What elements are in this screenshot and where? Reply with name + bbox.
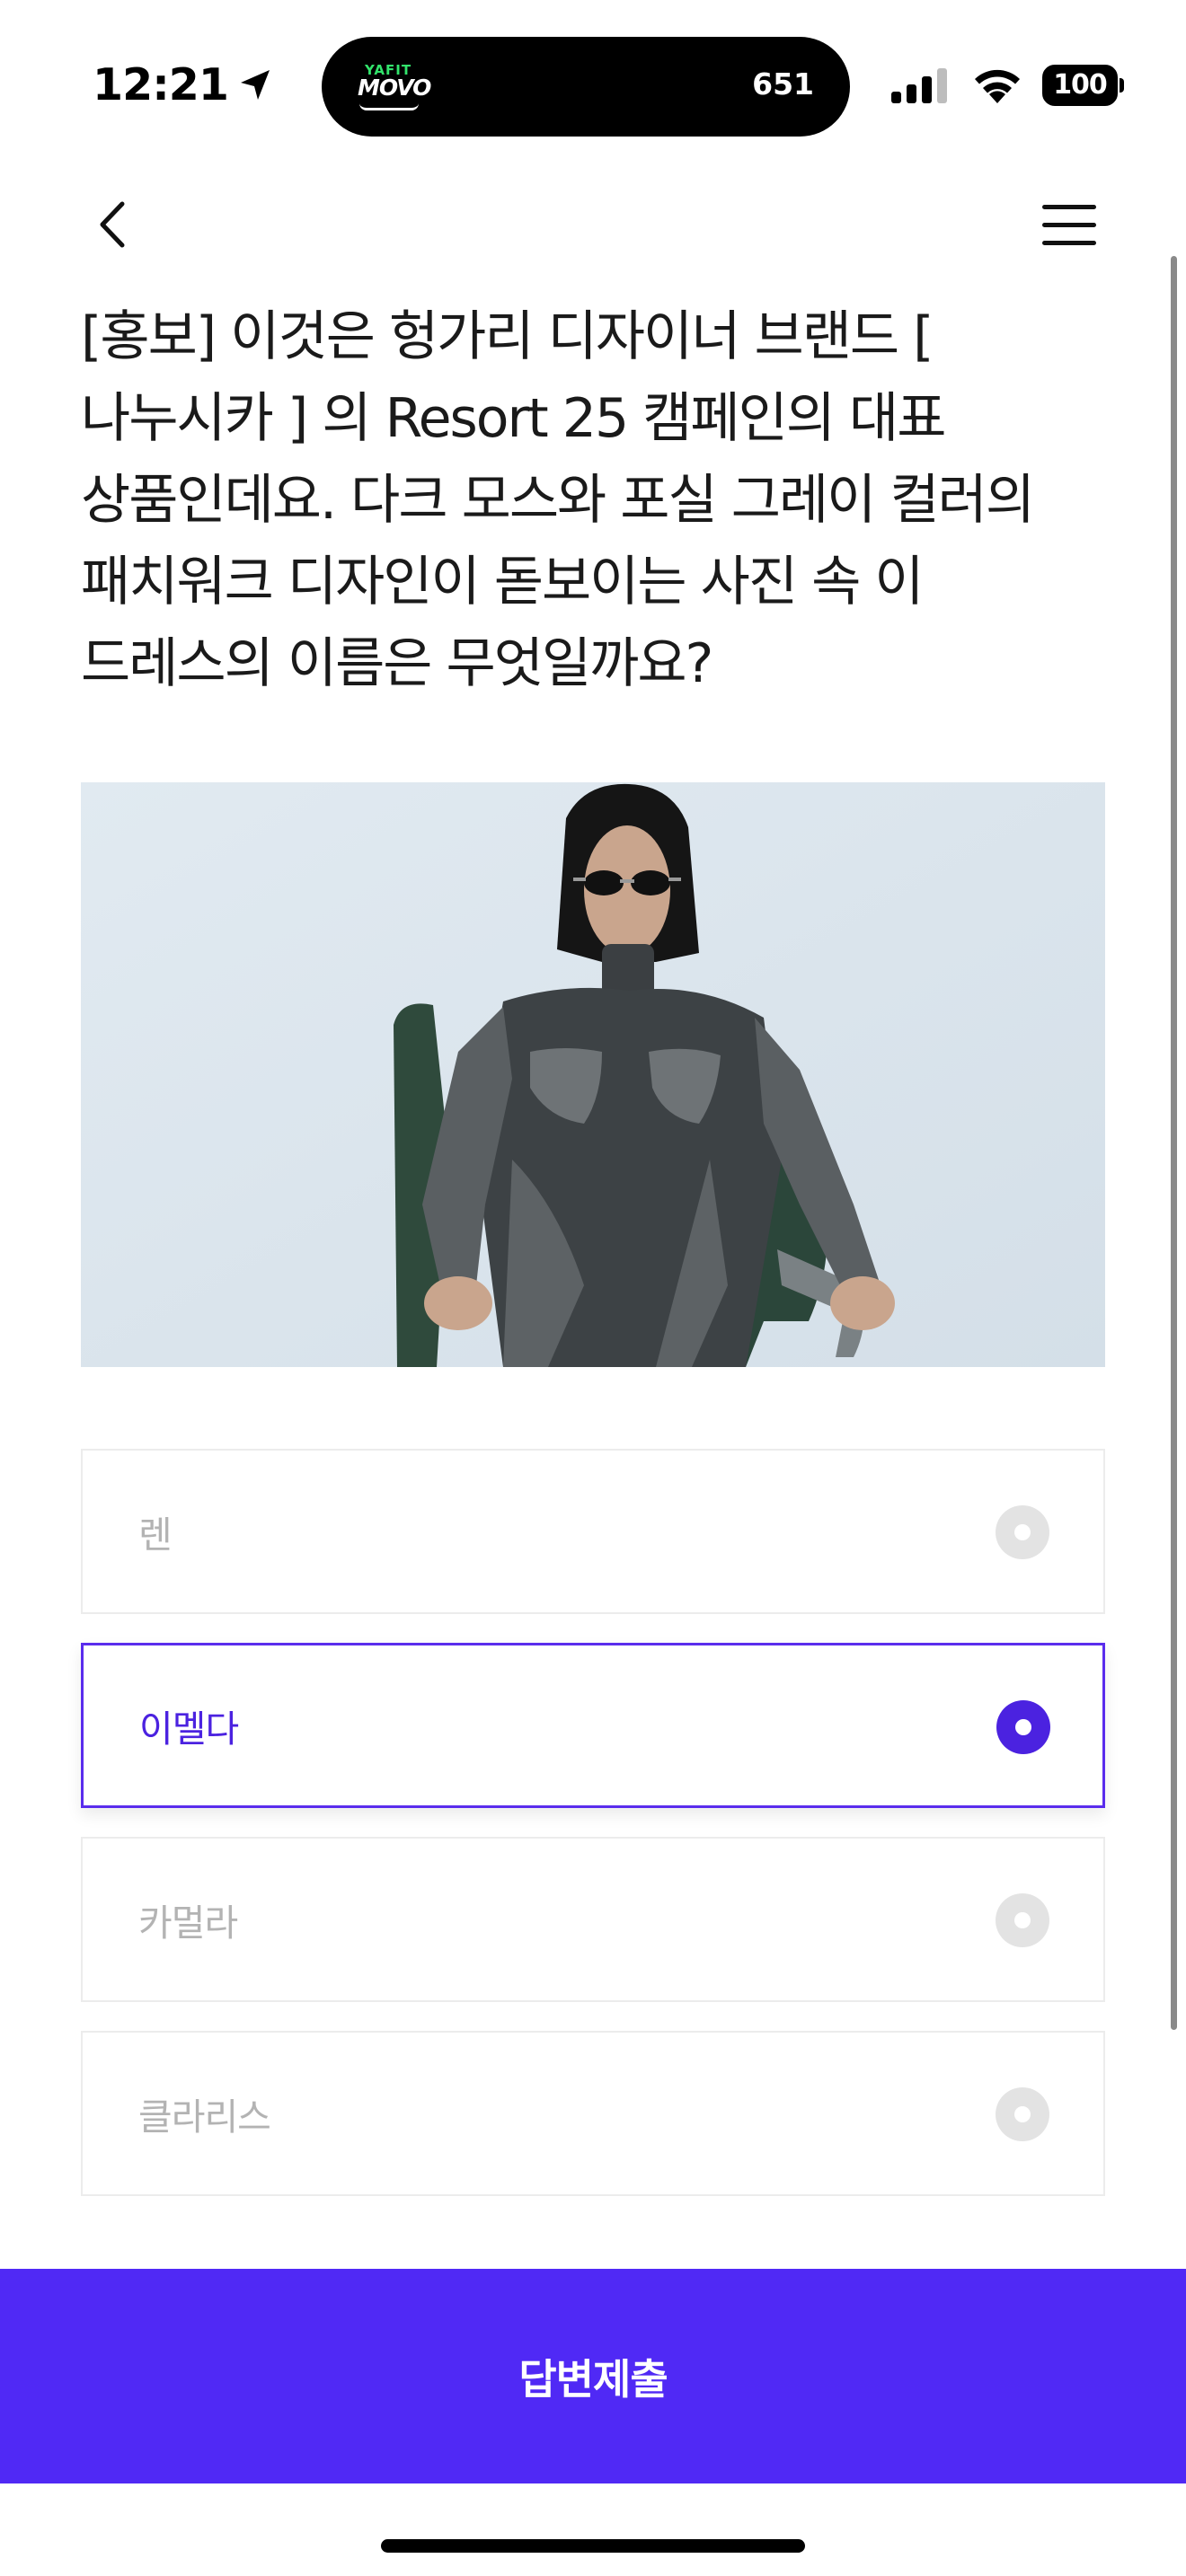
option-label: 렌 [138,1513,173,1557]
option-4[interactable]: 클라리스 [81,2031,1105,2196]
question-text: [홍보] 이것은 헝가리 디자이너 브랜드 [ 나누시카 ] 의 Resort … [81,305,1035,695]
movo-logo: YAFIT MOVO [358,62,438,114]
menu-line [1042,205,1096,209]
menu-line [1042,223,1096,227]
menu-line [1042,241,1096,245]
battery-icon: 100 [1042,65,1124,106]
scroll-indicator[interactable] [1171,256,1177,2030]
model-photo [81,782,1105,1367]
status-time-text: 12:21 [93,59,229,110]
chevron-left-icon [100,201,125,248]
battery-nub [1120,78,1124,93]
radio-unselected-icon[interactable] [996,1893,1049,1947]
radio-selected-icon[interactable] [996,1700,1050,1754]
hamburger-menu-icon[interactable] [1042,199,1100,251]
logo-underline [359,103,419,110]
cellular-signal-icon [891,68,947,103]
battery-level: 100 [1053,69,1108,101]
island-count: 651 [752,66,814,101]
back-button[interactable] [86,198,140,251]
location-arrow-icon [240,69,270,100]
dynamic-island[interactable]: YAFIT MOVO 651 [322,37,850,137]
option-1[interactable]: 렌 [81,1449,1105,1614]
option-label: 클라리스 [138,2095,271,2139]
status-bar: 12:21 YAFIT MOVO 651 100 [0,0,1186,171]
radio-unselected-icon[interactable] [996,2087,1049,2141]
quiz-image [81,782,1105,1367]
radio-unselected-icon[interactable] [996,1505,1049,1559]
logo-brand-main: MOVO [358,75,431,101]
nav-bar [0,180,1186,269]
wifi-icon [975,69,1020,103]
option-2[interactable]: 이멜다 [81,1643,1105,1808]
option-label: 이멜다 [139,1707,239,1751]
home-indicator[interactable] [381,2539,805,2553]
status-time: 12:21 [93,59,273,110]
option-3[interactable]: 카멀라 [81,1837,1105,2002]
option-label: 카멀라 [138,1901,238,1945]
submit-label: 답변제출 [518,2354,668,2404]
submit-answer-button[interactable]: 답변제출 [0,2269,1186,2483]
status-icons: 100 [890,63,1124,108]
